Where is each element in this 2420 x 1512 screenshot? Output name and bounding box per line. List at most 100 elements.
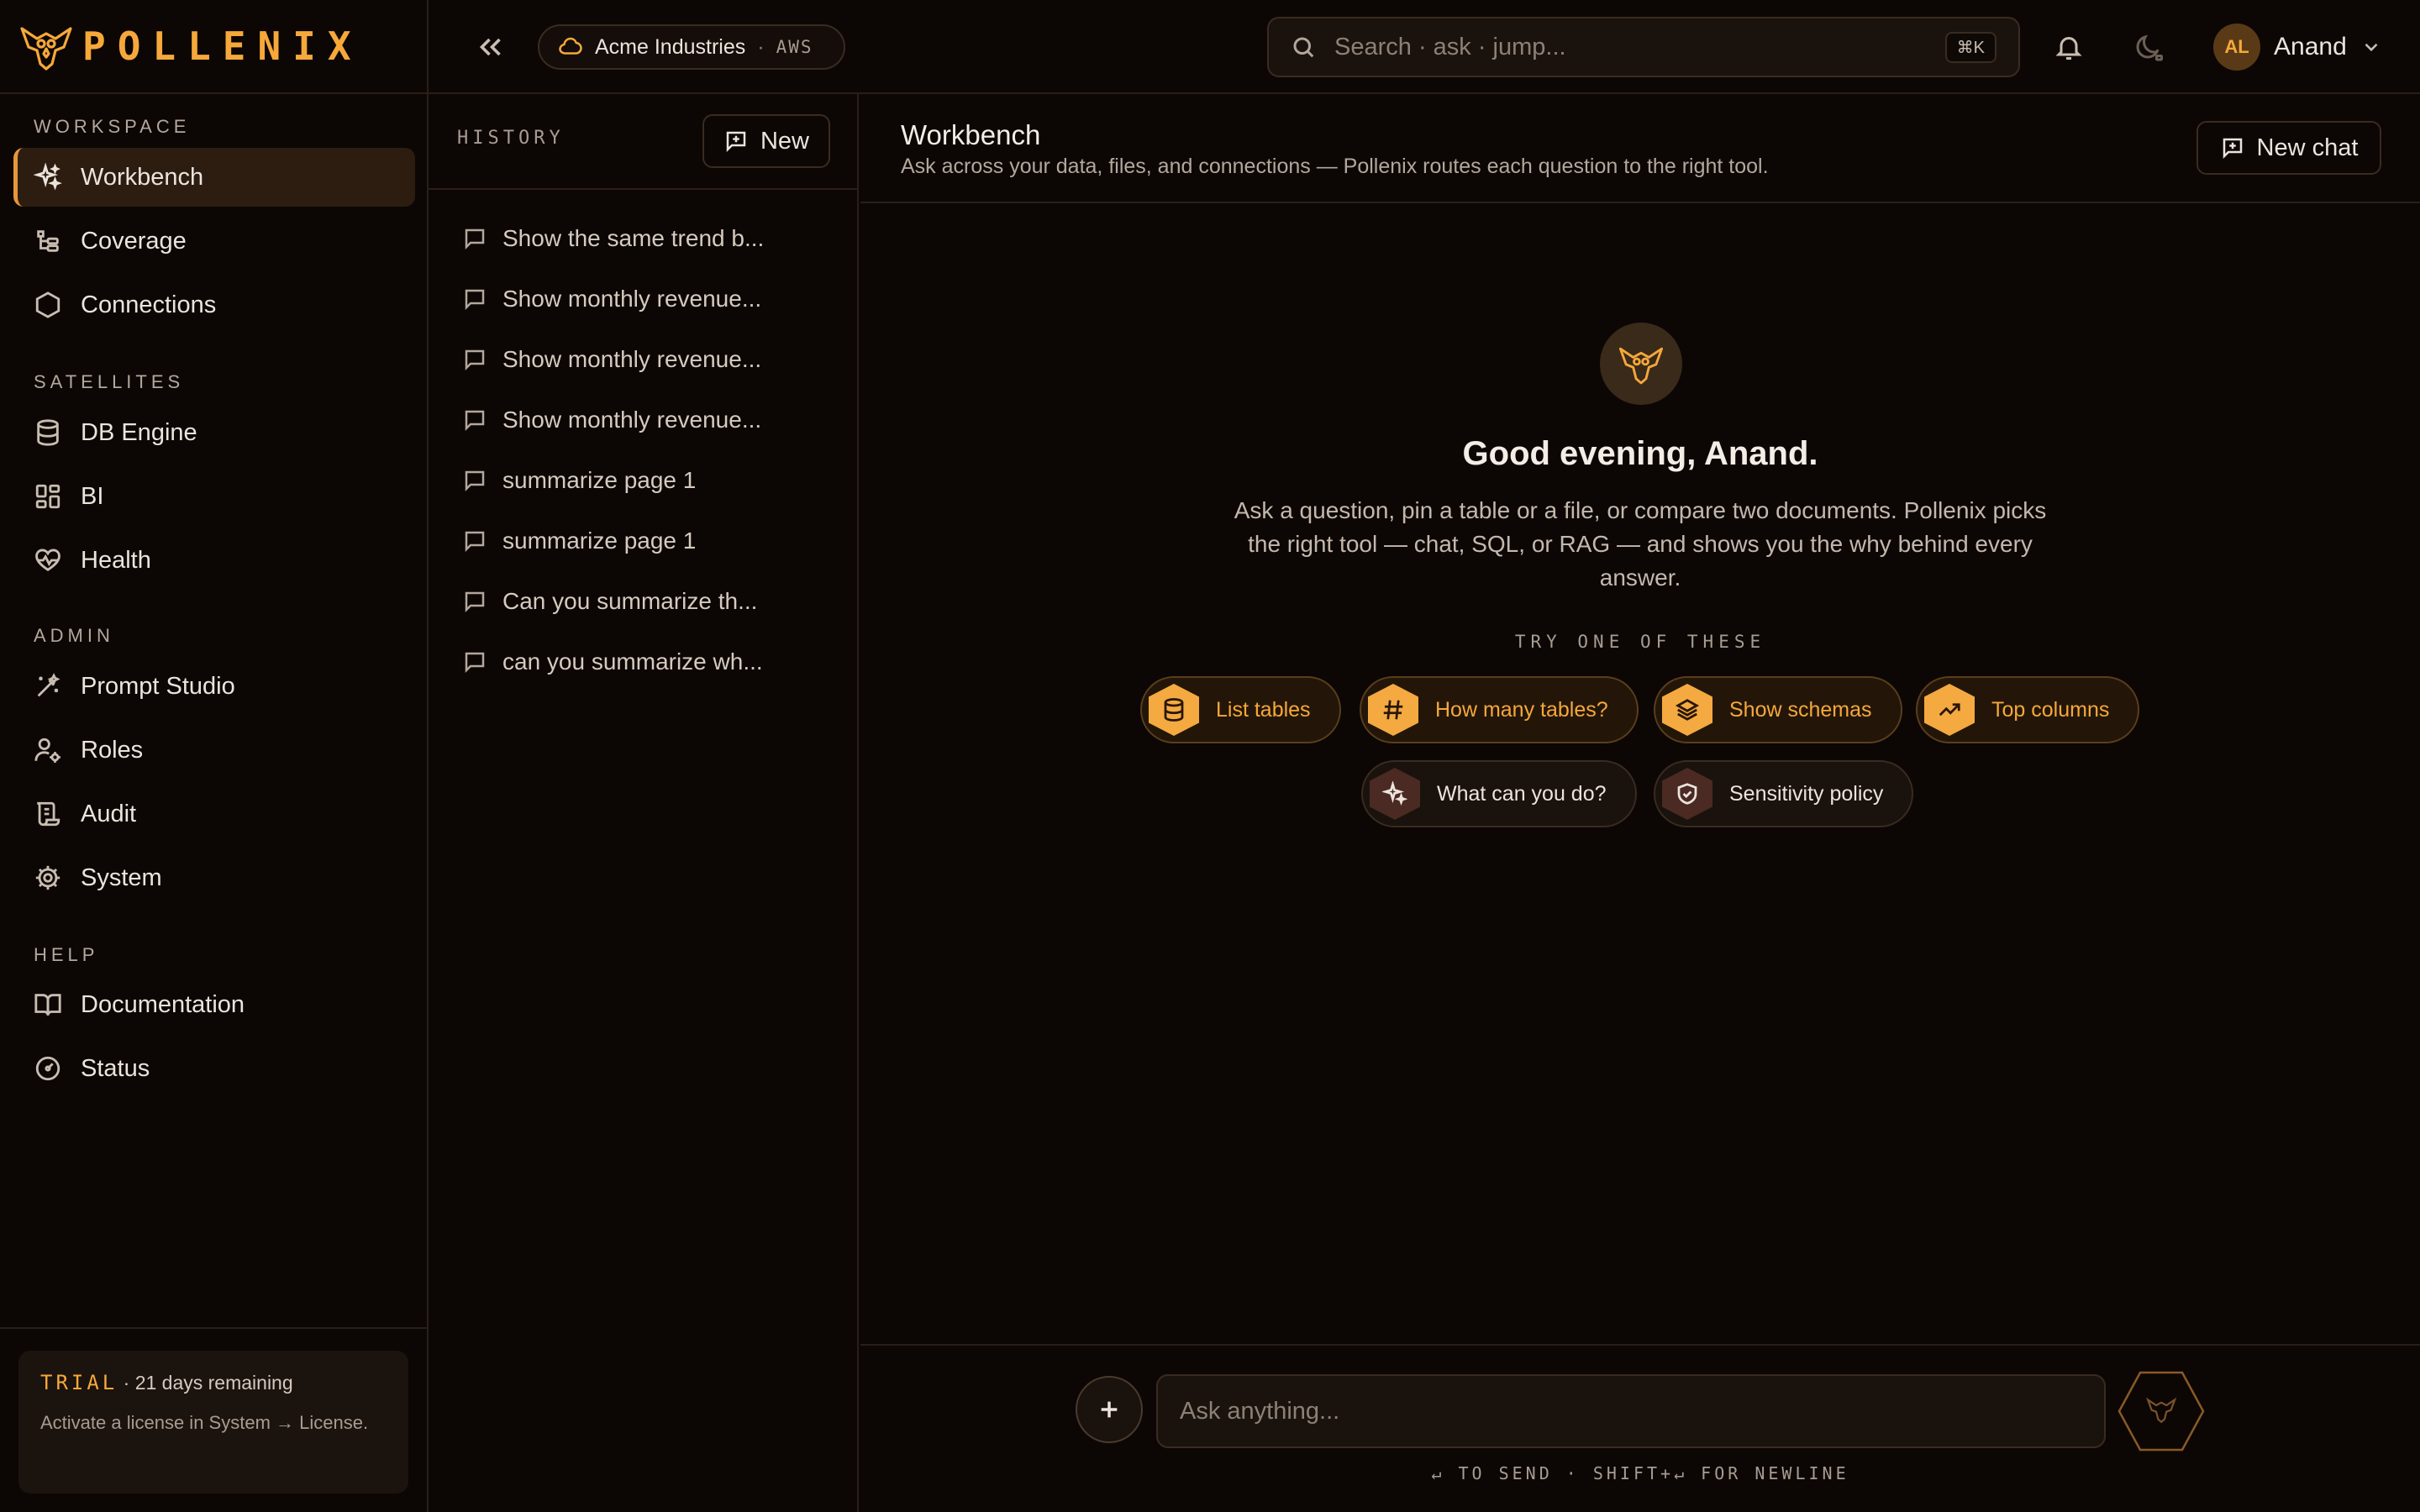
- sparkles-icon-badge: [1370, 768, 1420, 820]
- greeting: Good evening, Anand.: [1462, 435, 1818, 472]
- suggestion-chip[interactable]: List tables: [1140, 676, 1341, 743]
- sidebar-item-health[interactable]: Health: [13, 531, 415, 590]
- new-history-button[interactable]: New: [702, 114, 830, 168]
- page-subtitle: Ask across your data, files, and connect…: [901, 155, 1769, 178]
- user-menu[interactable]: AL Anand: [2213, 24, 2382, 71]
- history-item-label: can you summarize wh...: [502, 648, 763, 675]
- sidebar-item-label: Health: [81, 546, 151, 574]
- notifications-button[interactable]: [2054, 32, 2084, 62]
- sidebar-item-audit[interactable]: Audit: [13, 785, 415, 843]
- suggestion-chip[interactable]: How many tables?: [1360, 676, 1639, 743]
- shield-icon-badge: [1662, 768, 1712, 820]
- message-plus-icon: [2223, 138, 2242, 160]
- sidebar-item-label: Workbench: [81, 163, 204, 191]
- collapse-sidebar-button[interactable]: [476, 32, 506, 62]
- avatar: AL: [2213, 24, 2260, 71]
- new-chat-button[interactable]: New chat: [2196, 121, 2381, 175]
- sidebar-item-label: Prompt Studio: [81, 672, 235, 700]
- history-item[interactable]: summarize page 1: [462, 450, 832, 511]
- history-item[interactable]: Show monthly revenue...: [462, 329, 832, 390]
- scroll-icon: [37, 801, 60, 827]
- sidebar-item-system[interactable]: System: [13, 848, 415, 907]
- search-shortcut-badge: ⌘K: [1944, 31, 1996, 63]
- bell-icon: [2055, 36, 2082, 60]
- history-item[interactable]: Can you summarize th...: [462, 571, 832, 632]
- send-button[interactable]: [2116, 1368, 2207, 1455]
- history-item[interactable]: Show monthly revenue...: [462, 390, 832, 450]
- org-cloud-provider: AWS: [776, 37, 813, 57]
- history-label: HISTORY: [457, 128, 565, 149]
- new-chat-label: New chat: [2256, 134, 2359, 161]
- user-cog-icon: [34, 738, 60, 763]
- sidebar-item-roles[interactable]: Roles: [13, 721, 415, 780]
- suggestion-chip[interactable]: Top columns: [1916, 676, 2140, 743]
- section-label-workspace: WORKSPACE: [34, 116, 191, 137]
- suggestion-chip-label: What can you do?: [1437, 781, 1607, 806]
- hexagon-icon: [35, 291, 60, 318]
- chevrons-left-icon: [479, 38, 501, 56]
- owl-logo-badge: [1600, 323, 1682, 405]
- sidebar-item-connections[interactable]: Connections: [13, 276, 415, 334]
- gauge-icon: [35, 1056, 60, 1081]
- sparkles-icon: [34, 163, 62, 191]
- suggestion-chip-label: Sensitivity policy: [1729, 781, 1884, 806]
- sidebar-item-prompt-studio[interactable]: Prompt Studio: [13, 657, 415, 716]
- sidebar-item-bi[interactable]: BI: [13, 467, 415, 526]
- history-panel: HISTORY New Show the same trend b... Show…: [429, 94, 859, 1512]
- shield-icon: [1677, 783, 1697, 805]
- sidebar-item-workbench[interactable]: Workbench: [13, 148, 415, 207]
- message-square-icon: [465, 410, 485, 432]
- global-search-input[interactable]: Search · ask · jump... ⌘K: [1267, 17, 2020, 77]
- trending-up-icon-badge: [1924, 684, 1975, 736]
- composer-area: Ask anything... ↵ TO SEND · SHIFT+↵ FOR …: [860, 1344, 2420, 1512]
- message-square-icon: [465, 591, 485, 613]
- history-item[interactable]: can you summarize wh...: [462, 632, 832, 692]
- history-item-label: Show the same trend b...: [502, 225, 765, 251]
- sidebar-item-label: Connections: [81, 291, 217, 318]
- trial-remaining: · 21 days remaining: [118, 1372, 293, 1394]
- sidebar-item-status[interactable]: Status: [13, 1039, 415, 1098]
- sidebar-item-coverage[interactable]: Coverage: [13, 212, 415, 270]
- sidebar-item-label: Coverage: [81, 227, 187, 255]
- suggestion-chip-label: Show schemas: [1729, 697, 1872, 722]
- message-square-icon: [465, 228, 485, 250]
- org-name: Acme Industries: [595, 34, 746, 59]
- brand-logo[interactable]: POLLENIX: [0, 0, 427, 94]
- search-placeholder: Search · ask · jump...: [1334, 33, 1566, 60]
- chevron-down-icon: [2360, 36, 2382, 58]
- org-switcher[interactable]: Acme Industries · AWS: [538, 24, 845, 70]
- plus-icon: [1101, 1401, 1118, 1418]
- layers-icon: [1675, 699, 1700, 721]
- suggestion-chip[interactable]: Sensitivity policy: [1654, 760, 1914, 827]
- chat-input[interactable]: Ask anything...: [1156, 1374, 2106, 1448]
- section-label-help: HELP: [34, 944, 99, 965]
- attach-button[interactable]: [1076, 1376, 1143, 1443]
- database-icon: [37, 419, 59, 446]
- theme-toggle-button[interactable]: [2133, 32, 2163, 62]
- brand-name: POLLENIX: [82, 24, 363, 69]
- history-item[interactable]: Show the same trend b...: [462, 208, 832, 269]
- trial-description: Activate a license in System → License.: [40, 1412, 369, 1433]
- user-name: Anand: [2274, 33, 2347, 60]
- moon-lock-icon: [2136, 34, 2163, 61]
- org-separator: ·: [757, 34, 765, 59]
- history-item-label: summarize page 1: [502, 467, 697, 493]
- message-square-icon: [465, 470, 485, 492]
- message-square-icon: [465, 289, 485, 311]
- sparkles-icon: [1382, 781, 1407, 806]
- sidebar-item-db-engine[interactable]: DB Engine: [13, 403, 415, 462]
- history-header: HISTORY New: [429, 94, 857, 190]
- trial-card[interactable]: TRIAL · 21 days remaining Activate a lic…: [18, 1351, 408, 1494]
- history-item[interactable]: Show monthly revenue...: [462, 269, 832, 329]
- suggestion-chip[interactable]: What can you do?: [1361, 760, 1637, 827]
- history-item-label: Show monthly revenue...: [502, 407, 762, 433]
- page-title: Workbench: [901, 119, 1041, 150]
- chat-input-placeholder: Ask anything...: [1180, 1397, 1340, 1425]
- history-item[interactable]: summarize page 1: [462, 511, 832, 571]
- hierarchy-icon: [37, 230, 59, 252]
- sidebar-item-documentation[interactable]: Documentation: [13, 975, 415, 1034]
- database-icon-badge: [1149, 684, 1199, 736]
- trial-tag: TRIAL: [40, 1371, 118, 1394]
- suggestion-chip[interactable]: Show schemas: [1654, 676, 1902, 743]
- database-icon: [1164, 698, 1184, 722]
